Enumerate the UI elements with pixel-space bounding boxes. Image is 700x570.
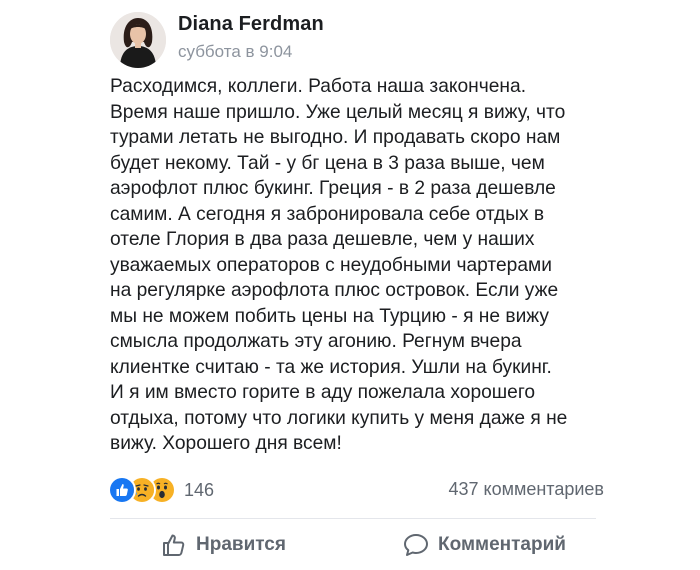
post-text-line: мы не можем побить цены на Турцию - я не… [110,305,549,327]
post-text-line: турами летать не выгодно. И продавать ск… [110,127,561,148]
comment-button[interactable]: Комментарий [402,530,566,560]
facebook-post: Diana Ferdman суббота в 9:04 Расходимся,… [0,0,700,570]
post-timestamp[interactable]: суббота в 9:04 [178,42,292,62]
reactions-count: 146 [184,479,215,500]
comments-count-link[interactable]: 437 комментариев [448,479,604,500]
author-avatar[interactable] [110,12,166,68]
post-text-line: на регулярке аэрофлота плюс островок. Ес… [110,280,559,301]
post-body: Расходимся, коллеги. Работа наша законче… [110,74,610,457]
post-text-line: Время наше пришло. Уже целый месяц я виж… [110,101,566,123]
reactions-summary[interactable]: 146 [108,476,215,504]
post-text-line: аэрофлот плюс букинг. Греция - в 2 раза … [110,178,556,199]
post-text-line: уважаемых операторов с неудобными чартер… [110,254,552,276]
like-button[interactable]: Нравится [160,530,286,560]
post-text-line: отеле Глория в два раза дешевле, чем у н… [110,229,535,250]
like-button-label: Нравится [196,534,286,555]
comment-button-label: Комментарий [438,534,566,555]
post-text-line: клиентке считаю - та же история. Ушли на… [110,356,552,378]
actions-divider [110,518,596,519]
like-icon [108,476,136,504]
post-text-line: будет некому. Тай - у бг цена в 3 раза в… [110,152,545,174]
post-text-line: отдыха, потому что логики купить у меня … [110,407,568,429]
post-text-line: вижу. Хорошего дня всем! [110,433,342,454]
post-text-line: смысла продолжать эту агонию. Регнум вче… [110,331,522,352]
comment-icon [402,531,430,559]
post-text-line: самим. А сегодня я забронировала себе от… [110,203,545,225]
post-text-line: Расходимся, коллеги. Работа наша законче… [110,76,527,97]
thumbs-up-icon [160,531,188,559]
post-text-line: И я им вместо горите в аду пожелала хоро… [110,382,536,403]
author-name[interactable]: Diana Ferdman [178,13,324,36]
